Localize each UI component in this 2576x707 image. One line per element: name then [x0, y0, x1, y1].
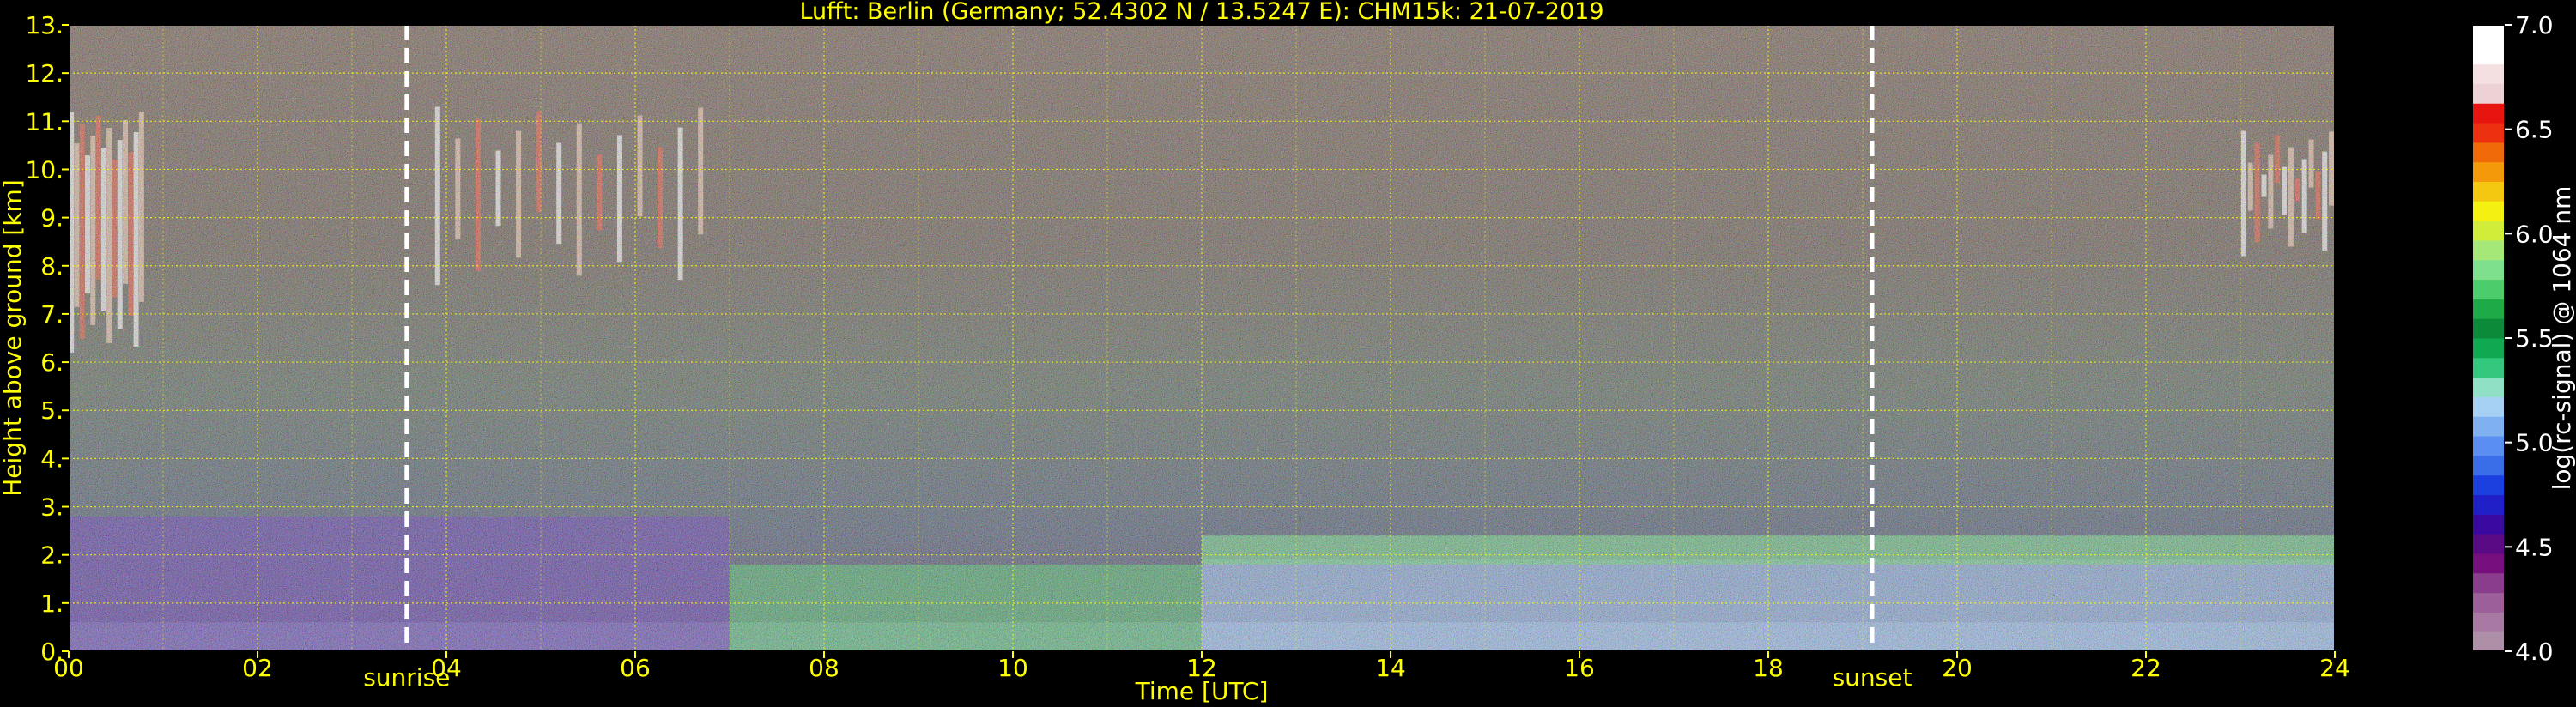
- x-tick-label: 08: [809, 654, 839, 682]
- y-tick-label: 11.: [25, 107, 64, 136]
- colorbar-swatch: [2472, 279, 2505, 299]
- x-tick-label: 06: [620, 654, 651, 682]
- colorbar-swatch: [2472, 338, 2505, 359]
- y-axis-label: Height above ground [km]: [0, 179, 27, 497]
- colorbar-swatch: [2472, 142, 2505, 163]
- x-tick-label: 18: [1753, 654, 1784, 682]
- y-tick-label: 0.: [40, 638, 64, 666]
- colorbar-swatch: [2472, 299, 2505, 319]
- colorbar-swatch: [2472, 396, 2505, 417]
- colorbar-swatch: [2472, 631, 2505, 652]
- colorbar-swatch: [2472, 44, 2505, 65]
- colorbar-swatch: [2472, 436, 2505, 456]
- colorbar: 4.04.55.05.56.06.57.0 log(rc-signal) @ 1…: [2471, 11, 2576, 666]
- marker-label-sunset: sunset: [1833, 663, 1912, 692]
- x-tick-label: 10: [997, 654, 1028, 682]
- colorbar-swatches: [2472, 25, 2505, 652]
- x-tick-label: 20: [1942, 654, 1973, 682]
- chart-title: Lufft: Berlin (Germany; 52.4302 N / 13.5…: [799, 0, 1603, 25]
- colorbar-swatch: [2472, 259, 2505, 281]
- colorbar-swatch: [2472, 221, 2505, 241]
- y-tick-label: 1.: [40, 589, 64, 618]
- colorbar-swatch: [2472, 416, 2505, 437]
- colorbar-swatch: [2472, 553, 2505, 574]
- colorbar-swatch: [2472, 357, 2505, 378]
- x-tick-label: 22: [2131, 654, 2161, 682]
- x-axis-label: Time [UTC]: [1135, 677, 1269, 705]
- y-tick-label: 4.: [40, 444, 64, 473]
- colorbar-swatch: [2472, 181, 2505, 202]
- y-axis-ticks: 0. 1. 2. 3. 4. 5. 6. 7. 8. 9. 10. 11. 12. 13.: [25, 11, 69, 666]
- colorbar-tick-label: 6.5: [2515, 116, 2554, 144]
- colorbar-swatch: [2472, 25, 2505, 45]
- colorbar-swatch: [2472, 201, 2505, 221]
- colorbar-label: log(rc-signal) @ 1064 nm: [2548, 186, 2576, 491]
- y-tick-label: 9.: [40, 204, 64, 233]
- colorbar-swatch: [2472, 455, 2505, 476]
- plot-area: sunrise sunset: [68, 24, 2336, 692]
- ceilometer-chart: Lufft: Berlin (Germany; 52.4302 N / 13.5…: [0, 0, 2576, 705]
- colorbar-swatch: [2472, 514, 2505, 535]
- x-tick-label: 24: [2319, 654, 2350, 682]
- colorbar-swatch: [2472, 494, 2505, 515]
- colorbar-swatch: [2472, 572, 2505, 594]
- colorbar-swatch: [2472, 474, 2505, 495]
- colorbar-swatch: [2472, 612, 2505, 632]
- colorbar-tick-label: 4.5: [2515, 533, 2554, 561]
- colorbar-tick-label: 7.0: [2515, 11, 2554, 39]
- colorbar-swatch: [2472, 103, 2505, 124]
- x-tick-label: 16: [1564, 654, 1595, 682]
- colorbar-swatch: [2472, 534, 2505, 554]
- y-tick-label: 12.: [25, 59, 64, 88]
- y-tick-label: 3.: [40, 493, 64, 522]
- colorbar-swatch: [2472, 161, 2505, 182]
- y-tick-label: 5.: [40, 396, 64, 425]
- y-tick-label: 7.: [40, 300, 64, 329]
- colorbar-swatch: [2472, 318, 2505, 339]
- colorbar-swatch: [2472, 123, 2505, 143]
- y-tick-label: 6.: [40, 348, 64, 377]
- y-tick-label: 8.: [40, 252, 64, 281]
- colorbar-swatch: [2472, 377, 2505, 397]
- colorbar-tick-label: 4.0: [2515, 638, 2554, 666]
- x-tick-label: 02: [242, 654, 273, 682]
- x-tick-label: 04: [431, 654, 462, 682]
- y-tick-label: 10.: [25, 155, 64, 184]
- y-tick-label: 2.: [40, 541, 64, 570]
- colorbar-ticks: 4.04.55.05.56.06.57.0: [2505, 11, 2554, 666]
- colorbar-swatch: [2472, 83, 2505, 104]
- y-tick-label: 13.: [25, 11, 64, 39]
- colorbar-swatch: [2472, 63, 2505, 84]
- colorbar-swatch: [2472, 239, 2505, 261]
- colorbar-swatch: [2472, 592, 2505, 613]
- x-tick-label: 14: [1375, 654, 1406, 682]
